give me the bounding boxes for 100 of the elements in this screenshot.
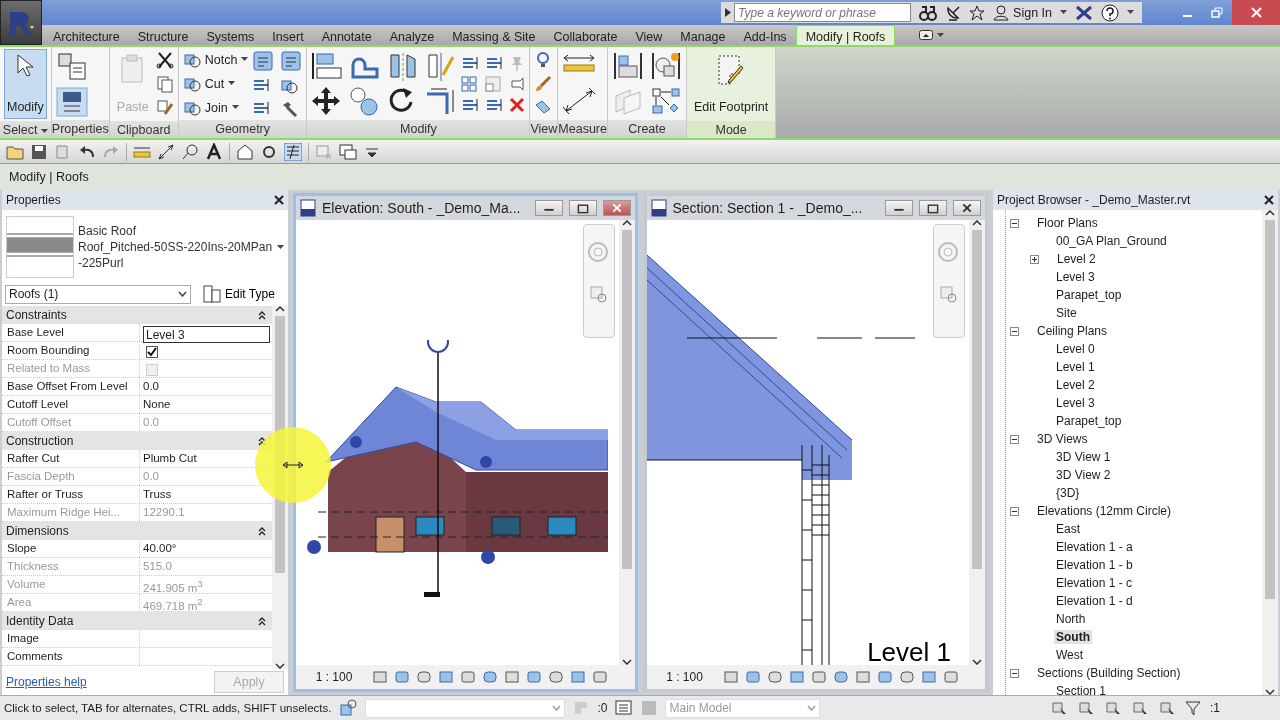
search-field[interactable]: Type a keyword or phrase (734, 3, 912, 22)
tree-item[interactable]: 3D View 2 (1054, 468, 1113, 482)
expander[interactable] (1030, 254, 1039, 264)
align-icon[interactable] (311, 51, 344, 81)
tree-item[interactable]: West (1054, 648, 1086, 662)
tree-item[interactable]: Elevation 1 - a (1054, 540, 1135, 554)
tree-item[interactable]: Elevation 1 - d (1054, 594, 1135, 608)
caret-icon[interactable] (241, 57, 249, 62)
move-arrows-icon[interactable] (311, 86, 342, 116)
tree-item[interactable]: Ceiling Plans (1035, 324, 1110, 338)
caret-icon[interactable] (1060, 10, 1067, 15)
dimension-line-icon[interactable] (562, 86, 597, 115)
caret-icon[interactable] (277, 244, 284, 250)
chevron-down-icon[interactable] (621, 659, 632, 665)
save-icon[interactable] (30, 142, 48, 161)
scissors-icon[interactable] (155, 51, 174, 69)
ribbon-tab[interactable]: Structure (128, 25, 198, 45)
caret-icon[interactable] (228, 81, 236, 86)
ribbon-tab[interactable]: Manage (671, 25, 735, 45)
tree-item[interactable]: South (1054, 630, 1092, 644)
restore-icon[interactable] (1210, 7, 1224, 18)
expander[interactable] (1010, 434, 1019, 444)
worksets-icon[interactable] (339, 699, 358, 717)
ribbon-tab[interactable]: Insert (263, 25, 313, 45)
ribbon-tab[interactable]: Collaborate (544, 25, 627, 45)
delete-icon[interactable] (509, 96, 526, 113)
ribbon-button[interactable]: Notch (182, 50, 249, 69)
ribbon-button[interactable]: Edit Footprint (690, 49, 772, 119)
copy-circles-icon[interactable] (349, 86, 380, 116)
array-grid-icon[interactable] (461, 75, 478, 92)
expander[interactable] (1010, 326, 1019, 336)
collapse-icon[interactable] (258, 310, 266, 320)
type-selector[interactable]: Basic Roof Roof_Pitched-50SS-220Ins-20MPan-225Purl (78, 223, 273, 271)
ribbon-tab[interactable]: Add-Ins (734, 25, 796, 45)
tree-item[interactable]: Level 2 (1055, 252, 1098, 266)
caret-icon[interactable] (231, 105, 239, 110)
view-window[interactable]: Section: Section 1 - _Demo_... Level 1 1 : 100 (643, 193, 988, 692)
close-icon[interactable] (1264, 195, 1274, 205)
property-field[interactable]: Level 3 (143, 326, 270, 343)
expander[interactable] (1010, 668, 1019, 678)
ribbon-tab[interactable]: Analyze (380, 25, 444, 45)
tree-item[interactable]: Elevation 1 - b (1054, 558, 1135, 572)
checkbox[interactable] (146, 346, 158, 358)
tree-item[interactable]: 3D Views (1035, 432, 1090, 446)
expander[interactable] (1010, 506, 1019, 516)
tree-item[interactable]: Site (1054, 306, 1079, 320)
chevron-down-icon[interactable] (275, 663, 285, 669)
ribbon-tab[interactable]: Architecture (44, 25, 129, 45)
house-3d-icon[interactable] (236, 142, 254, 161)
binoculars-icon[interactable] (919, 4, 938, 21)
tree-item[interactable]: Level 3 (1054, 396, 1097, 410)
tree-item[interactable]: 00_GA Plan_Ground (1054, 234, 1169, 248)
tree-item[interactable]: {3D} (1054, 486, 1082, 500)
ribbon-button[interactable]: Cut (182, 74, 249, 93)
window-button[interactable] (919, 200, 947, 216)
tree-item[interactable]: Elevations (12mm Circle) (1035, 504, 1174, 518)
window-button[interactable] (534, 200, 563, 216)
close-icon[interactable] (274, 195, 284, 205)
create-similar-icon[interactable] (649, 51, 682, 81)
exchange-x-icon[interactable] (1075, 4, 1093, 21)
type-properties-icon[interactable] (55, 86, 88, 117)
scrollbar[interactable] (969, 220, 985, 665)
star-icon[interactable] (969, 4, 986, 21)
view-window[interactable]: Elevation: South - _Demo_Ma... 1 : 100 (293, 193, 638, 692)
ribbon-tab[interactable]: Systems (197, 25, 264, 45)
tree-item[interactable]: Level 2 (1054, 378, 1097, 392)
properties-help-link[interactable]: Properties help (6, 675, 87, 689)
help-icon[interactable] (1101, 3, 1119, 22)
ribbon-button[interactable]: Modify (4, 49, 47, 119)
chevron-down-icon[interactable] (1265, 689, 1275, 695)
tree-item[interactable]: 3D View 1 (1054, 450, 1113, 464)
scrollbar[interactable] (618, 220, 635, 665)
instance-selector[interactable]: Roofs (1) (5, 284, 191, 304)
ribbon-tab[interactable]: Annotate (312, 25, 381, 45)
tree-item[interactable]: Level 1 (1054, 360, 1097, 374)
switch-windows-icon[interactable] (339, 142, 357, 161)
app-menu-button[interactable] (0, 0, 42, 45)
tree-item[interactable]: Parapet_top (1054, 288, 1124, 302)
chevron-up-icon[interactable] (1265, 210, 1275, 216)
tree-item[interactable]: Level 3 (1054, 270, 1097, 284)
ribbon-tab[interactable]: Modify | Roofs (795, 25, 896, 45)
collapse-icon[interactable] (258, 616, 266, 626)
design-options-icon[interactable] (615, 700, 634, 716)
property-group-header[interactable]: Constraints (2, 306, 272, 324)
measure-ruler-icon[interactable] (562, 52, 597, 73)
create-parts-icon[interactable] (611, 51, 644, 81)
caret-icon[interactable] (937, 32, 945, 38)
property-group-header[interactable]: Dimensions (2, 522, 272, 540)
tree-item[interactable]: Elevation 1 - c (1054, 576, 1135, 590)
ribbon-button[interactable]: Join (182, 98, 249, 117)
scrollbar[interactable] (1262, 210, 1278, 695)
view-scale[interactable]: 1 : 100 (302, 670, 366, 684)
chevron-up-icon[interactable] (275, 306, 285, 312)
paintbrush-icon[interactable] (534, 74, 553, 93)
tree-item[interactable]: Floor Plans (1035, 216, 1100, 230)
window-button[interactable] (953, 200, 981, 216)
create-assembly-icon[interactable] (649, 86, 682, 116)
tree-item[interactable]: East (1054, 522, 1082, 536)
measure-icon[interactable] (157, 142, 175, 161)
window-button[interactable] (885, 200, 913, 216)
